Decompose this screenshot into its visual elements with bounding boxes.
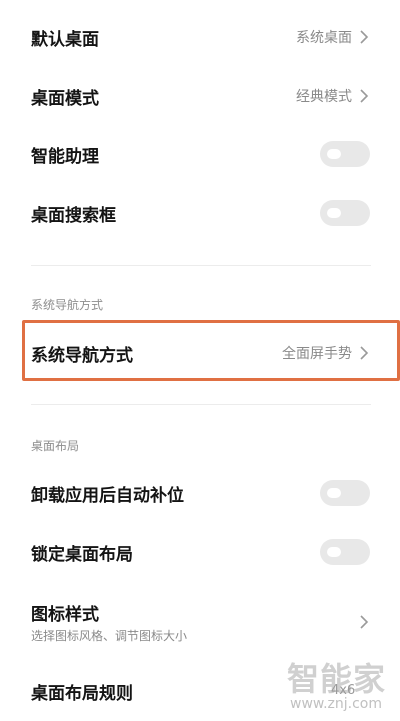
chevron-right-icon [358,29,370,45]
watermark-brand: 智能家 [286,660,386,698]
toggle-knob [327,488,341,498]
desktop-mode-label: 桌面模式 [31,88,99,109]
lock-layout-toggle[interactable] [320,539,370,565]
divider [31,265,371,266]
watermark-url: www.znj.com [290,696,382,712]
icon-style-row[interactable]: 图标样式 选择图标风格、调节图标大小 [0,596,400,648]
toggle-knob [327,149,341,159]
lock-layout-label: 锁定桌面布局 [31,544,133,565]
divider [31,404,371,405]
default-desktop-value: 系统桌面 [296,30,352,46]
watermark: 智能家 www.znj.com [286,654,394,716]
section-title-nav: 系统导航方式 [31,298,104,312]
smart-assistant-label: 智能助理 [31,146,99,167]
chevron-right-icon [358,345,370,361]
lock-layout-row: 锁定桌面布局 [0,531,400,573]
chevron-right-icon [358,88,370,104]
icon-style-subtitle: 选择图标风格、调节图标大小 [31,629,188,643]
nav-method-value: 全面屏手势 [282,346,352,362]
toggle-knob [327,208,341,218]
auto-fill-row: 卸载应用后自动补位 [0,472,400,514]
nav-method-label: 系统导航方式 [31,345,133,366]
auto-fill-toggle[interactable] [320,480,370,506]
auto-fill-label: 卸载应用后自动补位 [31,485,184,506]
nav-method-row[interactable]: 系统导航方式 全面屏手势 [0,332,400,374]
smart-assistant-row: 智能助理 [0,134,400,174]
desktop-mode-value: 经典模式 [296,89,352,105]
layout-rules-label: 桌面布局规则 [31,683,133,704]
desktop-search-box-toggle[interactable] [320,200,370,226]
desktop-search-box-label: 桌面搜索框 [31,205,116,226]
icon-style-label: 图标样式 [31,605,99,625]
default-desktop-row[interactable]: 默认桌面 系统桌面 [0,17,400,57]
chevron-right-icon [358,614,370,630]
default-desktop-label: 默认桌面 [31,29,99,50]
desktop-mode-row[interactable]: 桌面模式 经典模式 [0,76,400,116]
smart-assistant-toggle[interactable] [320,141,370,167]
section-title-layout: 桌面布局 [31,439,80,453]
desktop-search-box-row: 桌面搜索框 [0,193,400,233]
toggle-knob [327,547,341,557]
